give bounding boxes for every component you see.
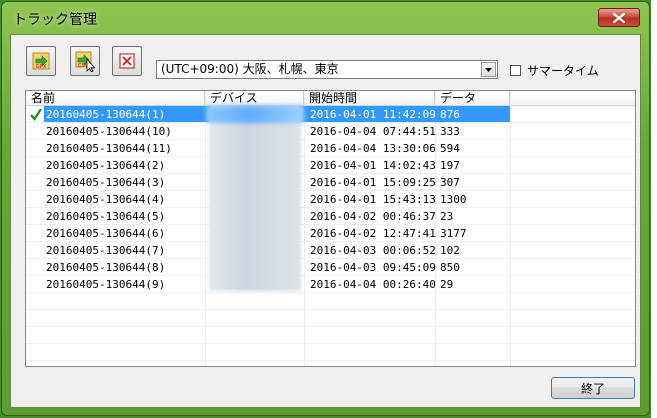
cell-start-time: 2016-04-03 09:45:09	[310, 261, 436, 274]
cell-data: 1300	[440, 193, 467, 206]
dialog-client-area: GPX CSV (UTC+09:00) 大阪、札幌、東京 サマータイム 名前 デ…	[10, 34, 641, 408]
title-bar[interactable]: トラック管理	[2, 2, 649, 34]
column-header-data[interactable]: データ	[435, 91, 510, 105]
table-body: 20160405-130644(1) 2016-04-01 11:42:09 876…	[26, 106, 635, 366]
timezone-value: (UTC+09:00) 大阪、札幌、東京	[161, 62, 339, 76]
cell-data: 850	[440, 261, 460, 274]
table-row[interactable]: 20160405-130644(6) 2016-04-02 12:47:41 317…	[26, 225, 635, 242]
row-divider	[26, 122, 635, 123]
delete-button[interactable]	[112, 46, 142, 76]
cell-name: 20160405-130644(5)	[46, 210, 166, 223]
row-divider	[26, 190, 635, 191]
table-row[interactable]: 20160405-130644(7) 2016-04-03 00:06:52 102	[26, 242, 635, 259]
cell-data: 333	[440, 125, 460, 138]
cell-data: 23	[440, 210, 454, 223]
table-row[interactable]: 20160405-130644(5) 2016-04-02 00:46:37 23	[26, 208, 635, 225]
cell-start-time: 2016-04-04 07:44:51	[310, 125, 436, 138]
timezone-select[interactable]: (UTC+09:00) 大阪、札幌、東京	[156, 60, 498, 79]
cell-start-time: 2016-04-02 00:46:37	[310, 210, 436, 223]
row-divider	[26, 275, 635, 276]
dropdown-arrow[interactable]	[481, 62, 496, 77]
table-row[interactable]: 20160405-130644(10) 2016-04-04 07:44:51 33…	[26, 123, 635, 140]
checkmark-icon	[30, 108, 42, 121]
cell-name: 20160405-130644(10)	[46, 125, 172, 138]
table-row[interactable]: 20160405-130644(8) 2016-04-03 09:45:09 850	[26, 259, 635, 276]
dst-toggle[interactable]: サマータイム	[510, 62, 599, 78]
table-row[interactable]: 20160405-130644(9) 2016-04-04 00:26:40 29	[26, 276, 635, 293]
cell-start-time: 2016-04-04 13:30:06	[310, 142, 436, 155]
cell-name: 20160405-130644(11)	[46, 142, 172, 155]
table-header: 名前 デバイス 開始時間 データ	[26, 91, 635, 106]
end-button-label: 終了	[580, 381, 605, 396]
cell-start-time: 2016-04-01 15:43:13	[310, 193, 436, 206]
chevron-down-icon	[485, 67, 492, 72]
row-divider	[26, 156, 635, 157]
desktop-background	[651, 0, 657, 418]
row-divider	[26, 224, 635, 225]
dst-label: サマータイム	[527, 63, 599, 78]
dst-checkbox[interactable]	[510, 64, 521, 76]
cell-data: 876	[440, 108, 460, 121]
cell-name: 20160405-130644(1)	[46, 108, 166, 121]
row-divider	[26, 207, 635, 208]
row-divider	[26, 139, 635, 140]
device-redaction-selected	[206, 106, 304, 123]
end-button[interactable]: 終了	[551, 377, 635, 399]
cell-data: 197	[440, 159, 460, 172]
close-button[interactable]	[598, 8, 640, 27]
column-header-name[interactable]: 名前	[26, 91, 205, 105]
row-divider	[26, 241, 635, 242]
row-divider	[26, 173, 635, 174]
cell-start-time: 2016-04-04 00:26:40	[310, 278, 436, 291]
close-icon	[613, 12, 625, 23]
cell-name: 20160405-130644(8)	[46, 261, 166, 274]
cell-data: 307	[440, 176, 460, 189]
table-row[interactable]: 20160405-130644(3) 2016-04-01 15:09:25 307	[26, 174, 635, 191]
cell-data: 29	[440, 278, 454, 291]
window-title: トラック管理	[13, 12, 97, 28]
cell-data: 594	[440, 142, 460, 155]
cell-start-time: 2016-04-03 00:06:52	[310, 244, 436, 257]
cell-start-time: 2016-04-02 12:47:41	[310, 227, 436, 240]
cell-name: 20160405-130644(4)	[46, 193, 166, 206]
export-csv-icon: CSV	[75, 51, 96, 72]
cell-name: 20160405-130644(6)	[46, 227, 166, 240]
row-divider	[26, 326, 635, 327]
table-row[interactable]: 20160405-130644(4) 2016-04-01 15:43:13 130…	[26, 191, 635, 208]
table-row[interactable]: 20160405-130644(1) 2016-04-01 11:42:09 876	[26, 106, 635, 123]
cell-name: 20160405-130644(9)	[46, 278, 166, 291]
export-gpx-button[interactable]: GPX	[26, 46, 56, 76]
table-row[interactable]: 20160405-130644(11) 2016-04-04 13:30:06 59…	[26, 140, 635, 157]
table-row[interactable]: 20160405-130644(2) 2016-04-01 14:02:43 197	[26, 157, 635, 174]
cell-start-time: 2016-04-01 14:02:43	[310, 159, 436, 172]
row-divider	[26, 343, 635, 344]
track-table[interactable]: 名前 デバイス 開始時間 データ 20160405-130644(1) 2016-…	[25, 90, 636, 367]
cell-start-time: 2016-04-01 11:42:09	[310, 108, 436, 121]
column-header-start-time[interactable]: 開始時間	[304, 91, 435, 105]
row-divider	[26, 309, 635, 310]
cell-data: 3177	[440, 227, 467, 240]
cell-name: 20160405-130644(2)	[46, 159, 166, 172]
row-divider	[26, 292, 635, 293]
cell-name: 20160405-130644(7)	[46, 244, 166, 257]
delete-icon	[119, 53, 135, 69]
cell-start-time: 2016-04-01 15:09:25	[310, 176, 436, 189]
svg-text:GPX: GPX	[36, 64, 47, 70]
cell-name: 20160405-130644(3)	[46, 176, 166, 189]
row-divider	[26, 360, 635, 361]
export-csv-button[interactable]: CSV	[70, 46, 100, 76]
track-manager-window: トラック管理 GPX CSV (UTC+09:00) 大阪、札幌、東京 サマータ…	[1, 1, 650, 416]
row-divider	[26, 258, 635, 259]
export-gpx-icon: GPX	[32, 52, 50, 70]
cell-data: 102	[440, 244, 460, 257]
device-redaction	[209, 105, 301, 291]
column-header-device[interactable]: デバイス	[205, 91, 304, 105]
